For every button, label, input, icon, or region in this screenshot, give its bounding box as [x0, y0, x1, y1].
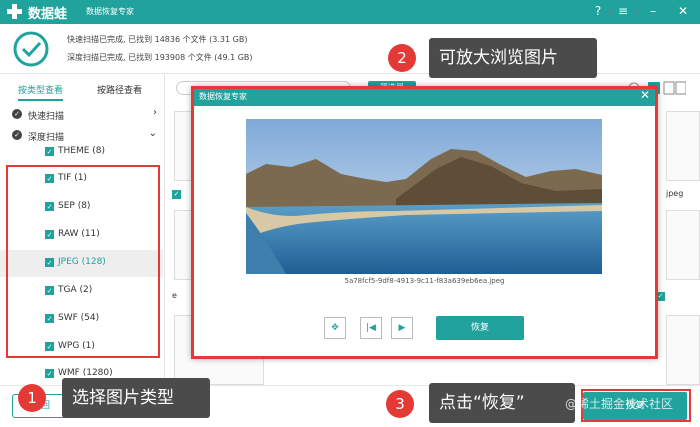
quick-scan-status: 快速扫描已完成, 已找到 14836 个文件 (3.31 GB): [67, 35, 248, 44]
type-item-theme[interactable]: ✓ THEME (8): [0, 143, 163, 159]
close-icon[interactable]: ✕: [675, 3, 691, 19]
app-subtitle: 数据恢复专家: [86, 7, 134, 16]
callout-badge-1: 1: [18, 384, 46, 412]
help-icon[interactable]: ?: [590, 3, 606, 19]
thumb-checkbox[interactable]: ✓: [172, 190, 181, 199]
dialog-titlebar: 数据恢复专家 ✕: [191, 86, 658, 106]
tree-label: 深度扫描: [28, 133, 65, 143]
next-icon[interactable]: ▶: [391, 317, 413, 339]
check-dot-icon: ✓: [12, 130, 22, 140]
callout-select-type: 选择图片类型: [62, 378, 210, 418]
callout-badge-2: 2: [388, 44, 416, 72]
close-icon[interactable]: ✕: [640, 88, 650, 102]
thumb-filename: jpeg: [666, 189, 684, 198]
minimize-icon[interactable]: –: [645, 3, 661, 19]
preview-filename: 5a78fcf5-9df8-4913-9c11-f83a639eb6ea.jpe…: [344, 277, 505, 285]
type-label: WMF (1280): [58, 368, 113, 378]
tree-quick-scan[interactable]: ✓ 快速扫描 ›: [0, 105, 165, 123]
tree-label: 快速扫描: [28, 112, 65, 122]
callout-badge-3: 3: [386, 390, 414, 418]
preview-dialog: 数据恢复专家 ✕ 5a78fcf5-9df8-4913-9c11-f83a639…: [191, 86, 658, 359]
file-thumbnail[interactable]: [666, 210, 700, 280]
preview-image: [246, 119, 602, 274]
type-label: THEME (8): [58, 146, 106, 156]
tab-by-type[interactable]: 按类型查看: [18, 83, 64, 101]
menu-icon[interactable]: ≡: [615, 3, 631, 19]
check-dot-icon: ✓: [12, 109, 22, 119]
watermark: @稀土掘金技术社区: [565, 397, 674, 411]
thumb-filename: e: [172, 291, 177, 300]
chevron-down-icon: ⌄: [148, 128, 157, 139]
dialog-recover-button[interactable]: 恢复: [436, 316, 524, 340]
zoom-icon[interactable]: ✥: [324, 317, 346, 339]
app-logo-icon: [7, 4, 22, 19]
type-highlight-box: [6, 165, 160, 358]
dialog-title: 数据恢复专家: [199, 92, 247, 101]
deep-scan-status: 深度扫描已完成, 已找到 193908 个文件 (49.1 GB): [67, 53, 253, 62]
previous-icon[interactable]: |◀: [360, 317, 382, 339]
title-bar: 数据蛙 数据恢复专家 ? ≡ – ✕: [0, 0, 700, 24]
callout-click-recover: 点击“恢复”: [429, 383, 575, 423]
app-name: 数据蛙: [28, 7, 68, 22]
chevron-right-icon: ›: [153, 107, 157, 118]
file-thumbnail[interactable]: [666, 315, 700, 385]
tree-deep-scan[interactable]: ✓ 深度扫描 ⌄: [0, 126, 165, 144]
checkbox[interactable]: ✓: [45, 147, 54, 156]
file-thumbnail[interactable]: [666, 111, 700, 181]
checkbox[interactable]: ✓: [45, 369, 54, 378]
success-check-icon: [13, 31, 49, 67]
tab-by-path[interactable]: 按路径查看: [97, 83, 142, 96]
callout-zoom: 可放大浏览图片: [429, 38, 597, 78]
